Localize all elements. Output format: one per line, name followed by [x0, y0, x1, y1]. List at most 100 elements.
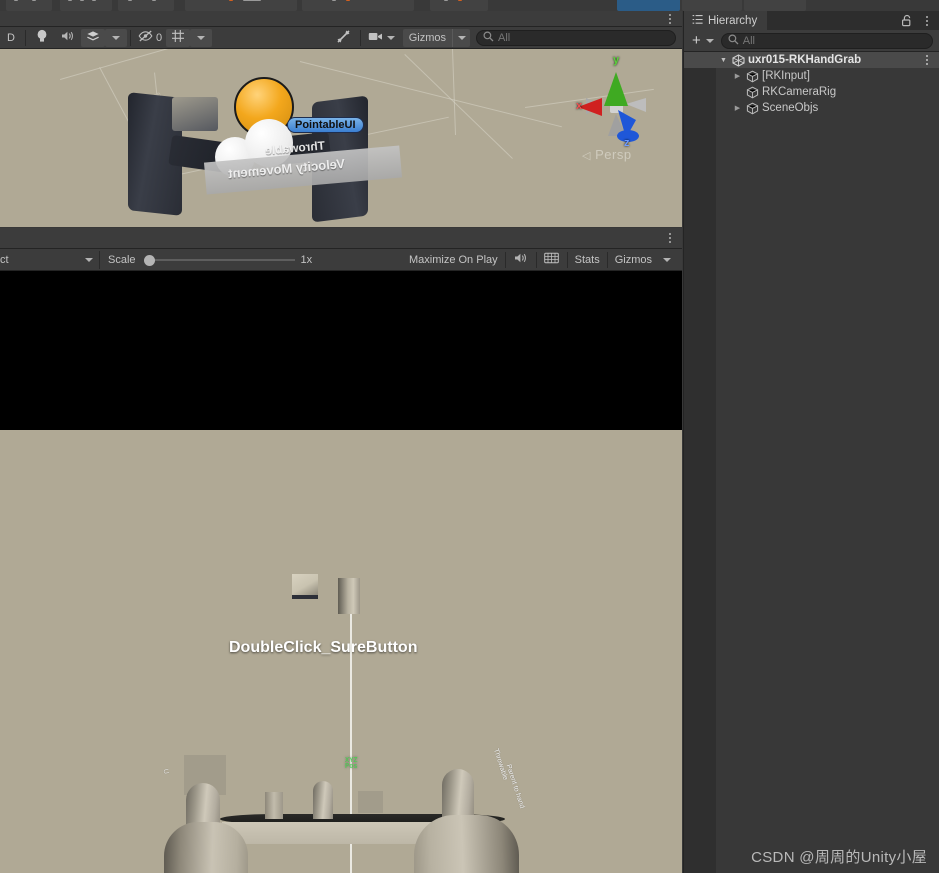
scale-label: Scale [108, 253, 136, 266]
scene-panel-menu-icon[interactable] [664, 12, 676, 26]
camera-icon [368, 31, 383, 45]
scene-audio-toggle[interactable] [55, 29, 81, 47]
toolbar-button-snap-tools[interactable] [118, 0, 174, 11]
hierarchy-item-label: SceneObjs [762, 102, 819, 114]
game-object-hand-left [164, 822, 248, 873]
hierarchy-item-label: [RKInput] [762, 70, 810, 82]
hierarchy-item-rkcamerarig[interactable]: RKCameraRig [684, 84, 939, 100]
hierarchy-tree[interactable]: ▼ uxr015-RKHandGrab ▶ [RKInput] RKCamera… [684, 52, 939, 873]
toolbar-separator [359, 29, 361, 46]
scene-viewport[interactable]: Throwable Parent to hand Velocity Moveme… [0, 49, 682, 227]
aspect-ratio-dropdown[interactable]: ct [0, 250, 100, 269]
chevron-down-icon [386, 35, 395, 40]
scale-slider[interactable] [142, 253, 297, 267]
scale-value: 1x [300, 253, 313, 266]
aspect-ratio-label: ct [0, 253, 9, 266]
toolbar-button-pivot-tools[interactable] [60, 0, 112, 11]
game-object-small-cylinder-a [265, 792, 283, 819]
chevron-down-icon[interactable] [705, 38, 714, 43]
stats-label: Stats [574, 253, 600, 266]
hierarchy-panel-menu-icon[interactable] [921, 14, 933, 27]
hierarchy-search-placeholder: All [742, 34, 755, 47]
hierarchy-item-label: RKCameraRig [762, 86, 837, 98]
effects-icon [86, 30, 100, 45]
scale-slider-handle[interactable] [143, 254, 155, 266]
game-panel-menu-icon[interactable] [664, 231, 676, 245]
speaker-icon [61, 30, 75, 45]
hierarchy-search-input[interactable]: All [720, 32, 933, 49]
hierarchy-indent-rail [684, 52, 716, 873]
scene-orientation-gizmo[interactable]: y x z ◁ Persp [568, 54, 664, 169]
game-stats-grid-toggle[interactable] [540, 251, 564, 269]
game-object-hand-right [414, 815, 519, 873]
twisty-expanded-icon[interactable]: ▼ [718, 57, 729, 64]
chevron-down-icon [457, 35, 466, 40]
game-object-cylinder [338, 578, 360, 614]
game-view-toolbar: ct Scale 1x Maximize On Play Stats Gizmo… [0, 249, 682, 271]
scene-camera-button[interactable] [364, 29, 399, 47]
game-object-far-panel-right [358, 791, 383, 813]
unity-scene-icon [732, 53, 745, 67]
lock-open-icon[interactable] [901, 14, 913, 32]
speaker-icon [514, 252, 528, 267]
hierarchy-list-icon [692, 14, 703, 28]
toolbar-button-play-controls[interactable] [185, 0, 297, 11]
game-debug-text: XYZ Pos [345, 757, 358, 771]
hierarchy-item-rkinput[interactable]: ▶ [RKInput] [684, 68, 939, 84]
scale-slider-track [149, 258, 295, 261]
toolbar-tab-2[interactable] [682, 0, 742, 11]
game-view-panel: ct Scale 1x Maximize On Play Stats Gizmo… [0, 228, 682, 873]
game-gizmos-label: Gizmos [614, 253, 652, 266]
stats-grid-icon [544, 252, 559, 267]
scene-fx-dropdown[interactable] [105, 28, 127, 47]
lightbulb-icon [36, 29, 48, 46]
scene-fx-toggle[interactable] [81, 28, 105, 47]
hierarchy-item-sceneobjs[interactable]: ▶ SceneObjs [684, 100, 939, 116]
toolbar-button-account-layers[interactable] [430, 0, 488, 11]
gameobject-cube-icon [746, 70, 759, 83]
game-gizmos-dropdown[interactable] [656, 251, 678, 269]
game-stats-toggle[interactable]: Stats [571, 251, 604, 269]
game-mute-audio-toggle[interactable] [509, 251, 533, 269]
scene-grid-toggle[interactable] [166, 28, 191, 47]
game-viewport[interactable]: DoubleClick_SureButton XYZ Pos Throwable… [0, 271, 682, 873]
hierarchy-item-scene-root[interactable]: ▼ uxr015-RKHandGrab [684, 52, 939, 68]
gizmo-projection-label[interactable]: ◁ Persp [582, 147, 632, 162]
scene-panel-tabbar [0, 11, 682, 27]
scene-pointable-ui-badge[interactable]: PointableUI [287, 117, 364, 133]
search-icon [483, 31, 494, 45]
add-gameobject-button[interactable]: + [690, 33, 703, 48]
scene-hidden-objects-toggle[interactable]: 0 [134, 29, 166, 47]
twisty-collapsed-icon[interactable]: ▶ [732, 72, 743, 80]
wrench-screwdriver-icon [336, 29, 351, 47]
toolbar-button-transform-tools[interactable] [6, 0, 52, 11]
scene-tools-button[interactable] [331, 29, 357, 47]
scene-gizmos-dropdown[interactable] [452, 28, 470, 47]
toolbar-separator [130, 29, 131, 46]
scene-search-input[interactable]: All [476, 29, 676, 46]
scene-gizmos-label: Gizmos [402, 28, 452, 47]
search-icon [728, 34, 739, 48]
hierarchy-panel: Hierarchy + All ▼ uxr015-RKHandGrab ▶ [R… [683, 11, 939, 873]
hierarchy-row-menu-icon[interactable] [921, 53, 933, 66]
chevron-down-icon [197, 35, 206, 40]
hierarchy-item-label: uxr015-RKHandGrab [748, 54, 862, 66]
chevron-down-icon [85, 257, 93, 262]
maximize-on-play-toggle[interactable]: Maximize On Play [405, 251, 502, 269]
scene-grid-dropdown[interactable] [190, 28, 213, 47]
toolbar-separator [535, 251, 537, 268]
toolbar-button-cloud-build[interactable] [302, 0, 414, 11]
toolbar-tab-3[interactable] [744, 0, 806, 11]
grid-icon [171, 29, 185, 46]
toolbar-tab-selected[interactable] [617, 0, 680, 11]
toolbar-separator [566, 251, 568, 268]
chevron-down-icon [663, 257, 671, 262]
projection-mode-text: Persp [595, 147, 632, 162]
scene-lighting-toggle[interactable] [29, 29, 55, 47]
game-gizmos-toggle[interactable]: Gizmos [611, 251, 656, 269]
toolbar-separator [504, 251, 506, 268]
tab-hierarchy[interactable]: Hierarchy [684, 11, 768, 30]
scene-gizmos-control[interactable]: Gizmos [402, 28, 470, 47]
twisty-collapsed-icon[interactable]: ▶ [732, 104, 743, 112]
scene-search-placeholder: All [498, 31, 511, 44]
